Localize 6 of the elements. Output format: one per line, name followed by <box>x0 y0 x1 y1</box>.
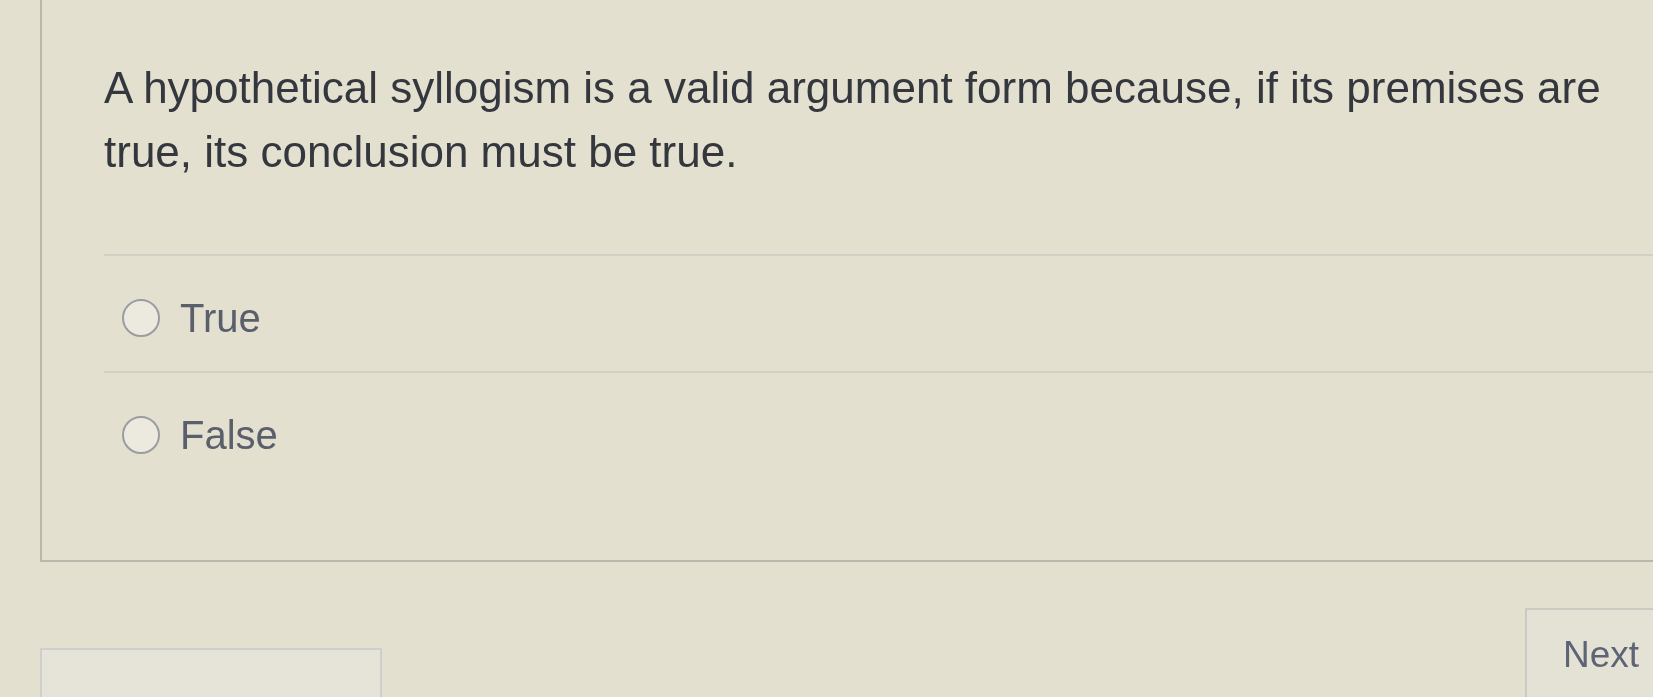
option-label[interactable]: False <box>180 410 278 459</box>
next-button[interactable]: Next <box>1525 608 1653 697</box>
radio-button[interactable] <box>122 298 160 337</box>
radio-button[interactable] <box>122 415 160 454</box>
option-label[interactable]: True <box>180 293 261 342</box>
question-text: A hypothetical syllogism is a valid argument form because, if its premises are true, its conclusion must be true. <box>104 62 1602 178</box>
